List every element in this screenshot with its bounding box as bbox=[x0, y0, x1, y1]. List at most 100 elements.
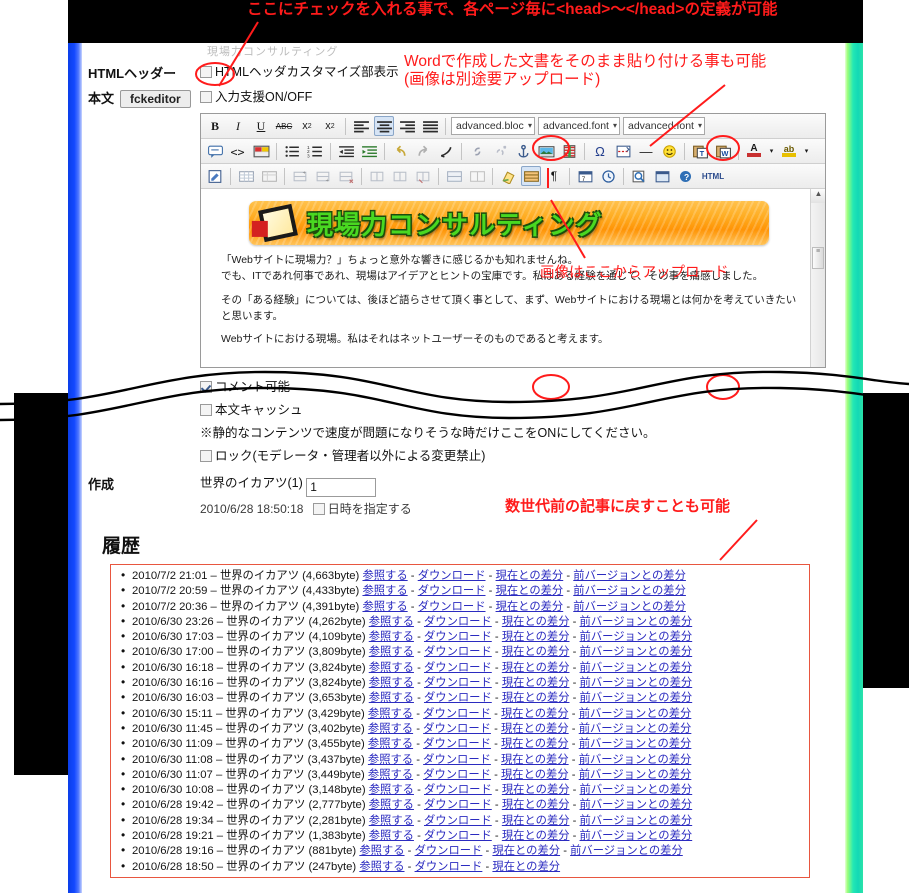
chevron-down-icon[interactable]: ▾ bbox=[767, 141, 776, 161]
history-link-view[interactable]: 参照する bbox=[368, 723, 413, 735]
history-link-view[interactable]: 参照する bbox=[368, 769, 413, 781]
block-format-select[interactable]: advanced.bloc bbox=[451, 117, 535, 135]
history-link-diff-current[interactable]: 現在との差分 bbox=[501, 708, 569, 720]
history-link-view[interactable]: 参照する bbox=[369, 662, 414, 674]
checkbox-body-cache[interactable] bbox=[200, 404, 212, 416]
history-link-diff-current[interactable]: 現在との差分 bbox=[501, 754, 569, 766]
history-link-diff-prev[interactable]: 前バージョンとの差分 bbox=[580, 799, 693, 811]
history-link-view[interactable]: 参照する bbox=[359, 845, 404, 857]
indent-icon[interactable] bbox=[359, 141, 379, 161]
history-link-diff-current[interactable]: 現在との差分 bbox=[502, 616, 570, 628]
history-link-diff-current[interactable]: 現在との差分 bbox=[502, 815, 570, 827]
history-link-download[interactable]: ダウンロード bbox=[424, 784, 492, 796]
redo-icon[interactable] bbox=[413, 141, 433, 161]
about-icon[interactable]: ? bbox=[675, 166, 695, 186]
calendar-icon[interactable]: 7 bbox=[575, 166, 595, 186]
history-link-download[interactable]: ダウンロード bbox=[415, 845, 483, 857]
italic-icon[interactable]: I bbox=[228, 116, 248, 136]
history-link-diff-prev[interactable]: 前バージョンとの差分 bbox=[579, 769, 692, 781]
history-link-download[interactable]: ダウンロード bbox=[424, 799, 492, 811]
align-right-icon[interactable] bbox=[397, 116, 417, 136]
align-justify-icon[interactable] bbox=[420, 116, 440, 136]
history-link-diff-current[interactable]: 現在との差分 bbox=[496, 601, 564, 613]
source-icon[interactable]: <> bbox=[228, 141, 248, 161]
insert-col-after-icon[interactable] bbox=[390, 166, 410, 186]
history-link-diff-prev[interactable]: 前バージョンとの差分 bbox=[580, 784, 693, 796]
history-link-diff-prev[interactable]: 前バージョンとの差分 bbox=[580, 662, 693, 674]
history-link-diff-current[interactable]: 現在との差分 bbox=[496, 570, 564, 582]
history-link-download[interactable]: ダウンロード bbox=[424, 662, 492, 674]
text-color-icon[interactable]: A bbox=[744, 141, 764, 161]
unlink-icon[interactable] bbox=[490, 141, 510, 161]
history-link-diff-current[interactable]: 現在との差分 bbox=[492, 845, 560, 857]
history-link-view[interactable]: 参照する bbox=[368, 754, 413, 766]
history-link-diff-current[interactable]: 現在との差分 bbox=[502, 692, 570, 704]
history-link-diff-current[interactable]: 現在との差分 bbox=[502, 631, 570, 643]
history-link-diff-current[interactable]: 現在との差分 bbox=[502, 662, 570, 674]
editor-toolbar-row-2[interactable]: <> 123 Ω — T W A ▾ ab ▾ bbox=[201, 139, 825, 164]
history-link-view[interactable]: 参照する bbox=[369, 631, 414, 643]
history-link-diff-prev[interactable]: 前バージョンとの差分 bbox=[573, 570, 686, 582]
history-link-diff-prev[interactable]: 前バージョンとの差分 bbox=[580, 677, 693, 689]
checkbox-specify-datetime[interactable] bbox=[312, 503, 325, 515]
clock-icon[interactable] bbox=[598, 166, 618, 186]
history-link-diff-current[interactable]: 現在との差分 bbox=[502, 799, 570, 811]
history-link-diff-current[interactable]: 現在との差分 bbox=[501, 769, 569, 781]
editor-toolbar-row-1[interactable]: B I U ABC x2 x2 advanced.bloc advanced.f… bbox=[201, 114, 825, 139]
delete-row-icon[interactable] bbox=[336, 166, 356, 186]
scroll-up-arrow-icon[interactable]: ▲ bbox=[811, 189, 825, 203]
created-order-input[interactable]: 1 bbox=[306, 478, 377, 497]
history-link-diff-current[interactable]: 現在との差分 bbox=[502, 830, 570, 842]
numbered-list-icon[interactable]: 123 bbox=[305, 141, 325, 161]
history-link-diff-current[interactable]: 現在との差分 bbox=[501, 723, 569, 735]
history-link-diff-current[interactable]: 現在との差分 bbox=[501, 738, 569, 750]
show-marks-icon[interactable]: ¶ bbox=[544, 166, 564, 186]
history-link-view[interactable]: 参照する bbox=[369, 799, 414, 811]
paste-text-icon[interactable]: T bbox=[690, 141, 710, 161]
preview-icon[interactable] bbox=[629, 166, 649, 186]
editor-document[interactable]: 現場力コンサルティング 「Webサイトに現場力？」ちょっと意外な響きに感じるかも… bbox=[201, 189, 825, 347]
history-link-view[interactable]: 参照する bbox=[359, 861, 404, 873]
history-link-view[interactable]: 参照する bbox=[369, 830, 414, 842]
history-link-diff-prev[interactable]: 前バージョンとの差分 bbox=[580, 616, 693, 628]
history-link-diff-prev[interactable]: 前バージョンとの差分 bbox=[573, 585, 686, 597]
outdent-icon[interactable] bbox=[336, 141, 356, 161]
bulleted-list-icon[interactable] bbox=[282, 141, 302, 161]
history-link-diff-prev[interactable]: 前バージョンとの差分 bbox=[580, 815, 693, 827]
checkbox-lock[interactable] bbox=[200, 450, 212, 462]
history-link-diff-prev[interactable]: 前バージョンとの差分 bbox=[580, 692, 693, 704]
html-source-icon[interactable]: HTML bbox=[698, 166, 728, 186]
history-link-download[interactable]: ダウンロード bbox=[423, 708, 491, 720]
remove-format-icon[interactable] bbox=[436, 141, 456, 161]
flash-icon[interactable] bbox=[559, 141, 579, 161]
font-size-select[interactable]: advanced.font bbox=[623, 117, 705, 135]
insert-col-before-icon[interactable] bbox=[367, 166, 387, 186]
history-link-download[interactable]: ダウンロード bbox=[418, 570, 486, 582]
fckeditor-widget[interactable]: B I U ABC x2 x2 advanced.bloc advanced.f… bbox=[200, 113, 826, 368]
scrollbar-thumb[interactable]: ≡ bbox=[812, 247, 824, 269]
history-link-download[interactable]: ダウンロード bbox=[424, 815, 492, 827]
fckeditor-button[interactable]: fckeditor bbox=[120, 90, 191, 108]
comment-icon[interactable] bbox=[205, 141, 225, 161]
history-link-download[interactable]: ダウンロード bbox=[415, 861, 483, 873]
history-link-diff-current[interactable]: 現在との差分 bbox=[496, 585, 564, 597]
history-link-diff-prev[interactable]: 前バージョンとの差分 bbox=[579, 738, 692, 750]
history-link-view[interactable]: 参照する bbox=[362, 601, 407, 613]
checkbox-html-header-customize[interactable] bbox=[200, 66, 212, 78]
editor-content-area[interactable]: 現場力コンサルティング 「Webサイトに現場力？」ちょっと意外な響きに感じるかも… bbox=[201, 189, 825, 367]
background-color-icon[interactable]: ab bbox=[779, 141, 799, 161]
history-link-download[interactable]: ダウンロード bbox=[424, 677, 492, 689]
history-link-diff-current[interactable]: 現在との差分 bbox=[502, 784, 570, 796]
history-link-view[interactable]: 参照する bbox=[369, 784, 414, 796]
history-link-download[interactable]: ダウンロード bbox=[418, 601, 486, 613]
superscript-icon[interactable]: x2 bbox=[320, 116, 340, 136]
checkbox-comment-enabled[interactable] bbox=[200, 381, 212, 393]
history-link-view[interactable]: 参照する bbox=[368, 738, 413, 750]
merge-cells-icon[interactable] bbox=[444, 166, 464, 186]
anchor-icon[interactable] bbox=[513, 141, 533, 161]
history-link-diff-current[interactable]: 現在との差分 bbox=[502, 677, 570, 689]
editor-scrollbar[interactable]: ▲ ≡ bbox=[810, 189, 825, 367]
split-cell-icon[interactable] bbox=[467, 166, 487, 186]
page-break-icon[interactable] bbox=[613, 141, 633, 161]
history-link-view[interactable]: 参照する bbox=[362, 585, 407, 597]
